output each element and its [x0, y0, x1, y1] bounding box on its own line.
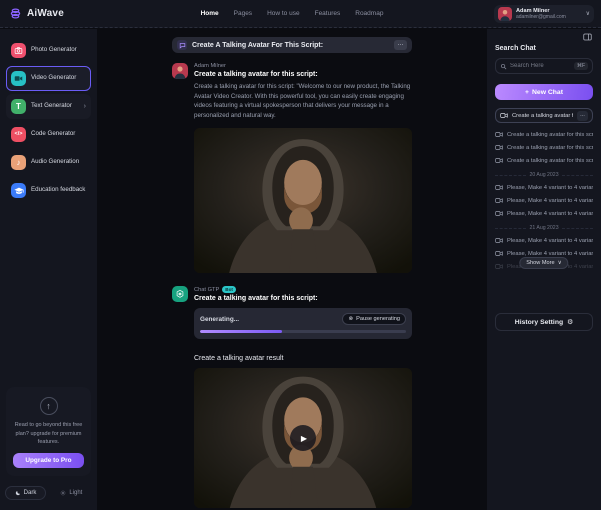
history-item[interactable]: Create a talking avatar for this scrip: [495, 141, 593, 154]
talking-avatar-video: ▶: [194, 368, 412, 508]
bot-author: Chat GTP: [194, 287, 219, 293]
chat-header: Create A Talking Avatar For This Script:…: [172, 37, 412, 53]
user-email: adamilner@gmail.com: [516, 14, 582, 20]
sidebar-item-photo-generator[interactable]: Photo Generator: [6, 38, 91, 63]
brand-name: AiWave: [27, 8, 64, 19]
brand[interactable]: AiWave: [0, 0, 97, 27]
video-camera-icon: [495, 144, 503, 151]
nav-how-to-use[interactable]: How to use: [267, 10, 300, 17]
message-author: Adam Milner: [194, 63, 412, 69]
plus-icon: +: [525, 89, 529, 96]
active-chat-item[interactable]: Create a talking avatar for this scrip …: [495, 108, 593, 123]
nav-features[interactable]: Features: [315, 10, 341, 17]
text-generator-icon: T: [11, 99, 26, 114]
collapse-panel-icon[interactable]: [582, 32, 593, 42]
history-item[interactable]: Please, Make 4 variant to 4 varian: [495, 181, 593, 194]
main-content: Create A Talking Avatar For This Script:…: [97, 29, 487, 510]
right-sidebar: Search Chat ⌘F + New Chat Create a talki…: [487, 29, 601, 510]
chat-options-button[interactable]: …: [394, 40, 407, 50]
history-setting-button[interactable]: History Setting ⚙: [495, 313, 593, 331]
moon-icon: [15, 490, 21, 496]
theme-toggle: Dark Light: [6, 486, 91, 500]
play-button[interactable]: ▶: [290, 425, 316, 451]
chat-bubble-icon: [177, 40, 187, 50]
bot-badge: Bot: [222, 286, 236, 293]
video-generator-icon: [11, 71, 26, 86]
generating-box: Generating... ⊗ Pause generating: [194, 308, 412, 339]
left-sidebar: Photo Generator Video Generator T Text G…: [0, 29, 97, 510]
history-item[interactable]: Please, Make 4 variant to 4 varian: [495, 234, 593, 247]
chevron-right-icon: ›: [84, 103, 86, 110]
search-box: ⌘F: [495, 58, 593, 74]
sidebar-item-code-generator[interactable]: </> Code Generator: [6, 122, 91, 147]
video-camera-icon: [500, 112, 508, 119]
theme-dark-button[interactable]: Dark: [5, 486, 47, 500]
search-input[interactable]: [510, 63, 571, 69]
generation-progress-bar: [200, 330, 406, 333]
message-title: Create a talking avatar for this script:: [194, 71, 412, 78]
history-item[interactable]: Create a talking avatar for this scrip: [495, 154, 593, 167]
search-shortcut-badge: ⌘F: [574, 62, 588, 70]
gear-icon: ⚙: [567, 318, 573, 326]
result-label: Create a talking avatar result: [194, 355, 412, 362]
top-bar-right: Adam Milner adamilner@gmail.com ∨: [487, 0, 601, 27]
upgrade-text: Read to go beyond this free plan? upgrad…: [13, 421, 84, 446]
nav-home[interactable]: Home: [201, 10, 219, 17]
history-item[interactable]: Please, Make 4 variant to 4 varian: [495, 194, 593, 207]
sidebar-item-text-generator[interactable]: T Text Generator ›: [6, 94, 91, 119]
chatgpt-icon: [172, 286, 188, 302]
user-message: Adam Milner Create a talking avatar for …: [172, 63, 412, 273]
video-camera-icon: [495, 210, 503, 217]
aiwave-logo-icon: [9, 7, 22, 20]
talking-avatar-photo: [194, 128, 412, 273]
user-menu[interactable]: Adam Milner adamilner@gmail.com ∨: [494, 5, 594, 23]
audio-generation-icon: ♪: [11, 155, 26, 170]
video-camera-icon: [495, 197, 503, 204]
search-chat-label: Search Chat: [495, 45, 593, 52]
education-feedback-icon: [11, 183, 26, 198]
arrow-up-circle-icon: ↑: [40, 397, 58, 415]
video-camera-icon: [495, 237, 503, 244]
sidebar-item-education-feedback[interactable]: Education feedback: [6, 178, 91, 203]
date-divider: 20 Aug 2023: [495, 172, 593, 178]
user-message-avatar: [172, 63, 188, 79]
video-camera-icon: [495, 157, 503, 164]
history-item[interactable]: Create a talking avatar for this scrip: [495, 128, 593, 141]
show-more-button[interactable]: Show More ∨: [519, 257, 568, 269]
video-camera-icon: [495, 184, 503, 191]
history-item[interactable]: Please, Make 4 variant to 4 varian: [495, 207, 593, 220]
theme-light-button[interactable]: Light: [50, 486, 92, 500]
pause-generating-button[interactable]: ⊗ Pause generating: [342, 313, 406, 325]
search-icon: [500, 63, 507, 70]
upgrade-to-pro-button[interactable]: Upgrade to Pro: [13, 453, 84, 468]
video-camera-icon: [495, 263, 503, 270]
message-body: Create a talking avatar for this script:…: [194, 82, 412, 120]
sun-icon: [60, 490, 66, 496]
chat-history: Create a talking avatar for this scrip C…: [495, 128, 593, 273]
app-window: AiWave Home Pages How to use Features Ro…: [0, 0, 601, 510]
chat-title: Create A Talking Avatar For This Script:: [192, 42, 389, 49]
generating-label: Generating...: [200, 316, 239, 323]
chevron-down-icon: ∨: [586, 10, 590, 17]
date-divider: 21 Aug 2023: [495, 225, 593, 231]
new-chat-button[interactable]: + New Chat: [495, 84, 593, 100]
generation-progress-fill: [200, 330, 282, 333]
pause-icon: ⊗: [348, 316, 353, 322]
top-nav: Home Pages How to use Features Roadmap: [97, 0, 487, 27]
top-bar: AiWave Home Pages How to use Features Ro…: [0, 0, 601, 28]
sidebar-item-audio-generation[interactable]: ♪ Audio Generation: [6, 150, 91, 175]
user-avatar: [498, 7, 512, 21]
upgrade-card: ↑ Read to go beyond this free plan? upgr…: [6, 387, 91, 476]
video-camera-icon: [495, 131, 503, 138]
photo-generator-icon: [11, 43, 26, 58]
sidebar-item-video-generator[interactable]: Video Generator: [6, 66, 91, 91]
chat-item-options-button[interactable]: …: [577, 111, 588, 121]
bot-message: Chat GTP Bot Create a talking avatar for…: [172, 286, 412, 510]
bot-message-title: Create a talking avatar for this script:: [194, 295, 412, 302]
nav-roadmap[interactable]: Roadmap: [355, 10, 383, 17]
chevron-down-icon: ∨: [558, 260, 562, 266]
video-camera-icon: [495, 250, 503, 257]
code-generator-icon: </>: [11, 127, 26, 142]
nav-pages[interactable]: Pages: [234, 10, 252, 17]
